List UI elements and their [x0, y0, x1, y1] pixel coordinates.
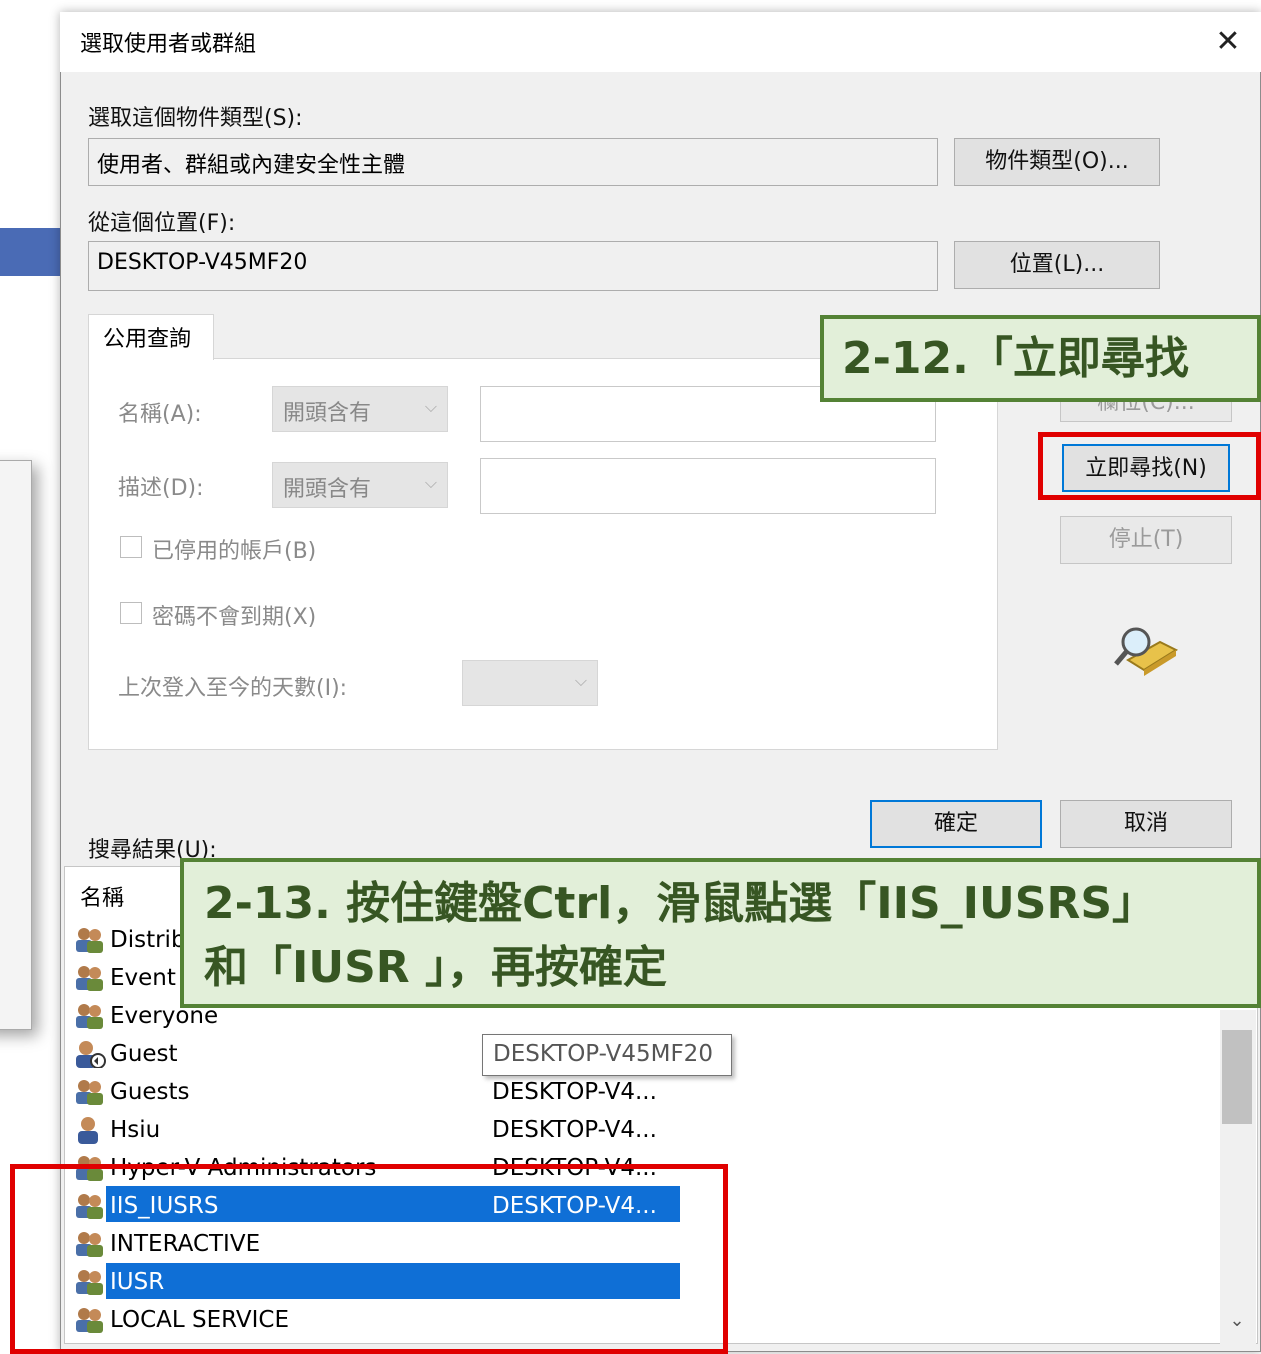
column-header-name[interactable]: 名稱 — [80, 880, 124, 912]
background-window — [0, 460, 32, 1030]
step-13-line-2: 和「IUSR 」，再按確定 — [204, 942, 667, 993]
chevron-down-icon: ⌵ — [574, 671, 587, 690]
list-item-name: Hsiu — [110, 1117, 161, 1143]
description-mode-select[interactable]: 開頭含有 ⌵ — [272, 462, 448, 508]
list-item-location: DESKTOP-V4... — [492, 1079, 657, 1105]
disabled-accounts-checkbox[interactable] — [120, 536, 142, 558]
group-icon — [74, 1078, 106, 1106]
chevron-down-icon: ⌵ — [424, 473, 437, 492]
background-banner — [0, 228, 64, 276]
stop-button[interactable]: 停止(T) — [1060, 516, 1232, 564]
user-icon — [74, 1116, 106, 1144]
group-icon — [74, 964, 106, 992]
scrollbar-thumb[interactable] — [1222, 1030, 1252, 1124]
days-since-logon-select[interactable]: ⌵ — [462, 660, 598, 706]
non-expiring-password-label: 密碼不會到期(X) — [152, 605, 317, 630]
location-tooltip: DESKTOP-V45MF20 — [482, 1034, 732, 1076]
step-12-callout: 2-12.「立即尋找 — [820, 315, 1261, 402]
list-item-name: Distrib — [110, 927, 186, 953]
list-item-name: Guests — [110, 1079, 190, 1105]
location-field: DESKTOP-V45MF20 — [88, 241, 938, 291]
description-mode-value: 開頭含有 — [283, 477, 372, 502]
user-disabled-icon — [74, 1040, 106, 1069]
list-item-name: Event — [110, 965, 176, 991]
list-item[interactable]: Hsiu DESKTOP-V4... — [74, 1112, 714, 1148]
location-button[interactable]: 位置(L)... — [954, 241, 1160, 289]
close-icon[interactable]: ✕ — [1208, 22, 1248, 62]
dialog-title: 選取使用者或群組 — [80, 32, 257, 57]
list-item-location: DESKTOP-V4... — [492, 1117, 657, 1143]
days-since-logon-label: 上次登入至今的天數(I): — [118, 676, 348, 701]
list-item-name: Guest — [110, 1041, 178, 1067]
step-13-line-1: 2-13. 按住鍵盤Ctrl，滑鼠點選「IIS_IUSRS」 — [204, 878, 1157, 929]
group-icon — [74, 926, 106, 954]
description-input[interactable] — [480, 458, 936, 514]
description-label: 描述(D): — [118, 476, 204, 501]
search-magnifier-icon — [1110, 620, 1180, 676]
name-mode-select[interactable]: 開頭含有 ⌵ — [272, 386, 448, 432]
non-expiring-password-checkbox[interactable] — [120, 602, 142, 624]
ok-button[interactable]: 確定 — [870, 800, 1042, 848]
group-icon — [74, 1002, 106, 1030]
object-type-field: 使用者、群組或內建安全性主體 — [88, 138, 938, 186]
list-item[interactable]: Guests DESKTOP-V4... — [74, 1074, 714, 1110]
disabled-accounts-label: 已停用的帳戶(B) — [152, 539, 317, 564]
location-label: 從這個位置(F): — [88, 211, 236, 236]
tab-common-queries[interactable]: 公用查詢 — [88, 314, 214, 360]
chevron-down-icon: ⌵ — [424, 397, 437, 416]
name-mode-value: 開頭含有 — [283, 401, 372, 426]
selection-highlight-box — [10, 1164, 728, 1354]
name-label: 名稱(A): — [118, 402, 202, 427]
object-types-button[interactable]: 物件類型(O)... — [954, 138, 1160, 186]
scroll-down-icon[interactable]: ⌄ — [1222, 1310, 1252, 1340]
find-now-highlight — [1038, 432, 1261, 500]
object-type-label: 選取這個物件類型(S): — [88, 106, 303, 131]
cancel-button[interactable]: 取消 — [1060, 800, 1232, 848]
step-13-callout: 2-13. 按住鍵盤Ctrl，滑鼠點選「IIS_IUSRS」 和「IUSR 」，… — [180, 858, 1261, 1008]
